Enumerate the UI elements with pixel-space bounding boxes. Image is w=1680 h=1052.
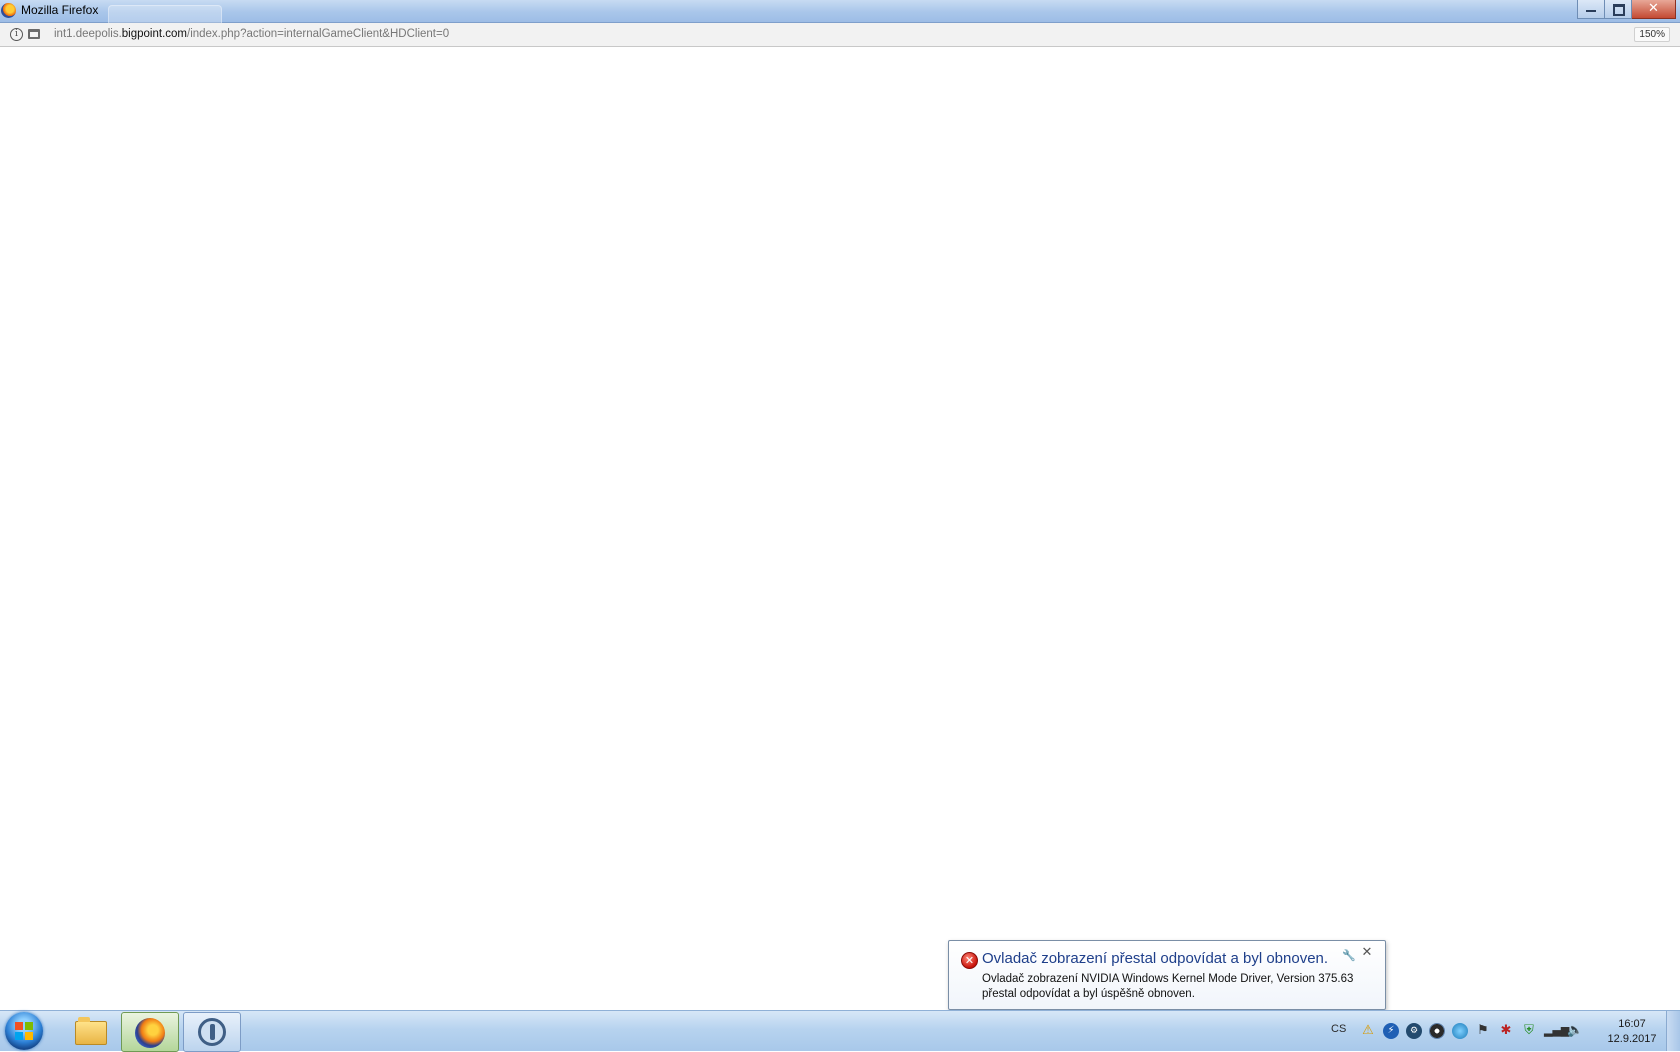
system-tray: ⚠ ⚡ ⚙ ⚑ ✱ ⛨ ▂▄▆ 🔈 <box>1360 1023 1583 1039</box>
network-signal-icon[interactable]: ▂▄▆ <box>1544 1023 1569 1039</box>
error-icon: ✕ <box>961 952 978 969</box>
notification-title: Ovladač zobrazení přestal odpovídat a by… <box>982 950 1329 967</box>
navigation-bar: i int1.deepolis.bigpoint.com/index.php?a… <box>0 23 1680 47</box>
taskbar-firefox[interactable] <box>121 1012 179 1052</box>
url-host: bigpoint.com <box>121 28 187 40</box>
minimize-icon <box>1586 10 1596 12</box>
restore-icon <box>1613 4 1625 16</box>
background-tab[interactable] <box>108 5 222 23</box>
close-icon: ✕ <box>1648 1 1659 16</box>
bug-icon[interactable]: ✱ <box>1498 1023 1514 1039</box>
windows-logo-icon <box>15 1022 33 1040</box>
url-field[interactable]: int1.deepolis.bigpoint.com/index.php?act… <box>54 28 449 40</box>
volume-icon[interactable]: 🔈 <box>1567 1023 1583 1039</box>
disc-icon[interactable] <box>1429 1023 1445 1039</box>
restore-button[interactable] <box>1605 0 1632 19</box>
show-desktop-button[interactable] <box>1666 1011 1680 1051</box>
taskbar-teamspeak[interactable] <box>183 1012 241 1052</box>
taskbar: CS ⚠ ⚡ ⚙ ⚑ ✱ ⛨ ▂▄▆ 🔈 16:07 12.9.2017 <box>0 1010 1680 1052</box>
window-controls: ✕ <box>1577 0 1676 19</box>
minimize-button[interactable] <box>1577 0 1605 19</box>
window-title: Mozilla Firefox <box>21 3 99 17</box>
site-info-icon[interactable]: i <box>10 28 23 41</box>
notification-body: Ovladač zobrazení NVIDIA Windows Kernel … <box>982 973 1354 1000</box>
warning-icon[interactable]: ⚠ <box>1360 1023 1376 1039</box>
window-titlebar: Mozilla Firefox ✕ <box>0 0 1680 23</box>
start-button[interactable] <box>5 1012 43 1050</box>
zoom-level-button[interactable]: 150% <box>1634 27 1670 42</box>
clock-time: 16:07 <box>1618 1018 1646 1030</box>
url-prefix: int1.deepolis. <box>54 28 122 40</box>
page-permissions-icon[interactable] <box>28 29 40 39</box>
notification-close-button[interactable]: ✕ <box>1360 946 1374 960</box>
taskbar-clock[interactable]: 16:07 12.9.2017 <box>1602 1017 1662 1047</box>
clock-date: 12.9.2017 <box>1607 1033 1657 1045</box>
notification-balloon[interactable]: ✕ Ovladač zobrazení přestal odpovídat a … <box>948 940 1386 1010</box>
teamspeak-icon <box>198 1018 226 1046</box>
firefox-app-icon[interactable] <box>1 3 16 18</box>
flash-icon[interactable]: ⚡ <box>1383 1023 1399 1039</box>
folder-icon <box>75 1017 107 1045</box>
page-content[interactable] <box>0 47 1680 1010</box>
url-path: /index.php?action=internalGameClient&HDC… <box>187 28 450 40</box>
language-indicator[interactable]: CS <box>1331 1023 1346 1035</box>
action-center-flag-icon[interactable]: ⚑ <box>1475 1023 1491 1039</box>
shield-icon[interactable]: ⛨ <box>1521 1023 1537 1039</box>
firefox-icon <box>135 1018 165 1048</box>
close-window-button[interactable]: ✕ <box>1632 0 1676 19</box>
globe-icon[interactable] <box>1452 1023 1468 1039</box>
taskbar-explorer[interactable] <box>62 1012 118 1050</box>
steam-icon[interactable]: ⚙ <box>1406 1023 1422 1039</box>
wrench-icon[interactable]: 🔧 <box>1342 949 1356 962</box>
